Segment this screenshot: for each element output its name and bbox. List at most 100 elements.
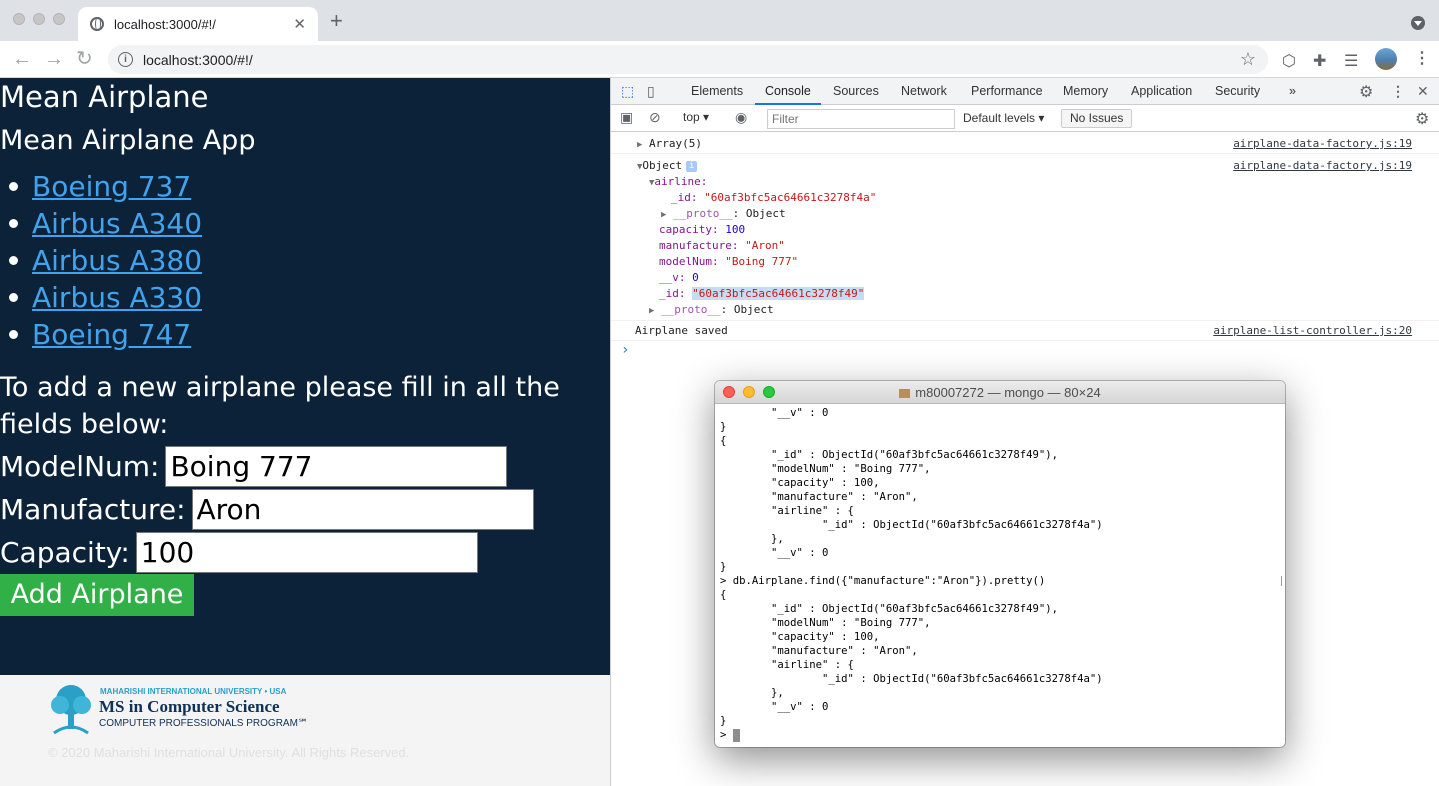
back-button[interactable]: ← xyxy=(12,47,32,71)
forward-button[interactable]: → xyxy=(44,47,64,71)
close-icon[interactable]: ✕ xyxy=(1417,83,1429,100)
list-item: Boeing 737 xyxy=(0,168,202,205)
airplane-link[interactable]: Airbus A340 xyxy=(32,207,202,240)
terminal-line: "modelNum" : "Boing 777", xyxy=(720,617,931,629)
tab-performance[interactable]: Performance xyxy=(971,78,1043,105)
airplane-link[interactable]: Airbus A380 xyxy=(32,244,202,277)
manufacture-label: Manufacture: xyxy=(0,493,186,526)
manufacture-input[interactable] xyxy=(191,489,534,530)
terminal-line: "__v" : 0 xyxy=(720,547,829,559)
tab-application[interactable]: Application xyxy=(1131,78,1192,105)
log-levels-dropdown[interactable]: Default levels ▾ xyxy=(963,111,1044,125)
expand-triangle-icon[interactable]: ▶ xyxy=(637,140,642,150)
settings-gear-icon[interactable]: ⚙ xyxy=(1359,82,1373,102)
info-icon[interactable]: i xyxy=(118,52,133,67)
terminal-line: > db.Airplane.find({"manufacture":"Aron"… xyxy=(720,575,1046,587)
live-expression-eye-icon[interactable]: ◉ xyxy=(735,109,747,126)
extension-cube-icon[interactable]: ⬡ xyxy=(1282,51,1296,71)
console-prompt[interactable]: › xyxy=(621,343,629,357)
page-title: Mean Airplane xyxy=(0,80,209,114)
console-filter-input[interactable] xyxy=(767,109,955,129)
url-text[interactable]: localhost:3000/#!/ xyxy=(143,52,1240,68)
close-icon[interactable]: ✕ xyxy=(293,15,306,33)
tab-more[interactable]: » xyxy=(1289,78,1296,105)
terminal-line: "modelNum" : "Boing 777", xyxy=(720,463,931,475)
tab-title: localhost:3000/#!/ xyxy=(114,16,216,32)
expand-triangle-icon[interactable]: ▶ xyxy=(649,306,654,316)
bullet-icon xyxy=(9,256,18,265)
bookmark-star-icon[interactable]: ☆ xyxy=(1240,49,1256,70)
object-property: capacity: 100 xyxy=(659,223,746,236)
window-zoom-button[interactable] xyxy=(53,13,65,25)
airplane-link[interactable]: Airbus A330 xyxy=(32,281,202,314)
terminal-zoom-button[interactable] xyxy=(763,386,775,398)
object-property[interactable]: ▶ __proto__: Object xyxy=(649,303,774,318)
terminal-titlebar[interactable]: m80007272 — mongo — 80×24 xyxy=(715,381,1285,404)
divider xyxy=(611,340,1439,341)
terminal-output[interactable]: "__v" : 0} { "_id" : ObjectId("60af3bfc5a… xyxy=(715,405,1285,747)
terminal-window[interactable]: m80007272 — mongo — 80×24 "__v" : 0} { "_… xyxy=(715,381,1285,747)
info-badge-icon: i xyxy=(686,160,698,172)
terminal-line: > xyxy=(720,728,740,742)
window-minimize-button[interactable] xyxy=(33,13,45,25)
inspect-element-icon[interactable]: ⬚ xyxy=(621,83,634,100)
clear-console-icon[interactable]: ⊘ xyxy=(649,109,661,126)
object-property: _id: "60af3bfc5ac64661c3278f4a" xyxy=(671,191,877,204)
airplane-link[interactable]: Boeing 747 xyxy=(32,318,191,351)
tab-sources[interactable]: Sources xyxy=(833,78,879,105)
console-message-object[interactable]: ▼Object i xyxy=(637,159,698,174)
extensions-puzzle-icon[interactable]: ✚ xyxy=(1313,51,1326,71)
expand-triangle-icon[interactable]: ▶ xyxy=(661,210,666,220)
media-control-icon[interactable]: ☰ xyxy=(1344,51,1358,71)
source-link[interactable]: airplane-data-factory.js:19 xyxy=(1233,137,1412,151)
browser-tab[interactable]: localhost:3000/#!/ ✕ xyxy=(78,7,318,41)
terminal-line: "airline" : { xyxy=(720,659,854,671)
sidebar-toggle-icon[interactable]: ▣ xyxy=(620,109,633,126)
bullet-icon xyxy=(9,293,18,302)
page-footer: MAHARISHI INTERNATIONAL UNIVERSITY • USA… xyxy=(0,675,610,786)
add-airplane-button[interactable]: Add Airplane xyxy=(0,574,194,616)
browser-menu-icon[interactable]: ⋮ xyxy=(1414,48,1430,68)
context-select[interactable]: top ▾ xyxy=(683,110,709,124)
source-link[interactable]: airplane-list-controller.js:20 xyxy=(1213,324,1412,338)
terminal-line: "_id" : ObjectId("60af3bfc5ac64661c3278f… xyxy=(720,673,1103,685)
globe-icon xyxy=(90,17,104,31)
object-property[interactable]: ▼airline: xyxy=(649,175,707,190)
issues-button[interactable]: No Issues xyxy=(1061,109,1133,128)
tab-elements[interactable]: Elements xyxy=(691,78,743,105)
terminal-minimize-button[interactable] xyxy=(743,386,755,398)
tab-search-icon[interactable] xyxy=(1411,16,1425,30)
terminal-line: "airline" : { xyxy=(720,505,854,517)
object-property[interactable]: ▶ __proto__: Object xyxy=(661,207,786,222)
browser-toolbar: ← → ↻ i localhost:3000/#!/ ☆ ⬡ ✚ ☰ ⋮ xyxy=(0,41,1439,78)
model-input[interactable] xyxy=(165,446,508,487)
terminal-line: }, xyxy=(720,687,784,699)
address-bar[interactable]: i localhost:3000/#!/ ☆ xyxy=(108,45,1268,74)
terminal-line: { xyxy=(720,435,727,447)
devtools-menu-icon[interactable]: ⋮ xyxy=(1391,83,1405,100)
tab-memory[interactable]: Memory xyxy=(1063,78,1108,105)
tab-security[interactable]: Security xyxy=(1215,78,1260,105)
web-page: Mean Airplane Mean Airplane App Boeing 7… xyxy=(0,78,610,675)
object-property: _id: "60af3bfc5ac64661c3278f49" xyxy=(659,287,865,300)
console-message-array[interactable]: ▶ Array(5) xyxy=(637,137,702,152)
tab-network[interactable]: Network xyxy=(901,78,947,105)
terminal-title: m80007272 — mongo — 80×24 xyxy=(915,385,1101,400)
tab-console[interactable]: Console xyxy=(755,78,821,105)
university-tree-logo-icon xyxy=(51,685,91,735)
terminal-line: "manufacture" : "Aron", xyxy=(720,491,918,503)
window-close-button[interactable] xyxy=(13,13,25,25)
console-settings-gear-icon[interactable]: ⚙ xyxy=(1415,109,1429,129)
source-link[interactable]: airplane-data-factory.js:19 xyxy=(1233,159,1412,173)
capacity-input[interactable] xyxy=(135,532,478,573)
bullet-icon xyxy=(9,330,18,339)
console-filter-bar: ▣ ⊘ top ▾ ◉ Default levels ▾ No Issues ⚙ xyxy=(611,106,1439,132)
new-tab-button[interactable]: + xyxy=(330,10,343,32)
terminal-close-button[interactable] xyxy=(723,386,735,398)
terminal-line: "manufacture" : "Aron", xyxy=(720,645,918,657)
airplane-link[interactable]: Boeing 737 xyxy=(32,170,191,203)
reload-button[interactable]: ↻ xyxy=(76,47,93,71)
profile-avatar[interactable] xyxy=(1375,48,1397,70)
device-toolbar-icon[interactable]: ▯ xyxy=(647,83,655,100)
terminal-cursor xyxy=(732,728,740,742)
